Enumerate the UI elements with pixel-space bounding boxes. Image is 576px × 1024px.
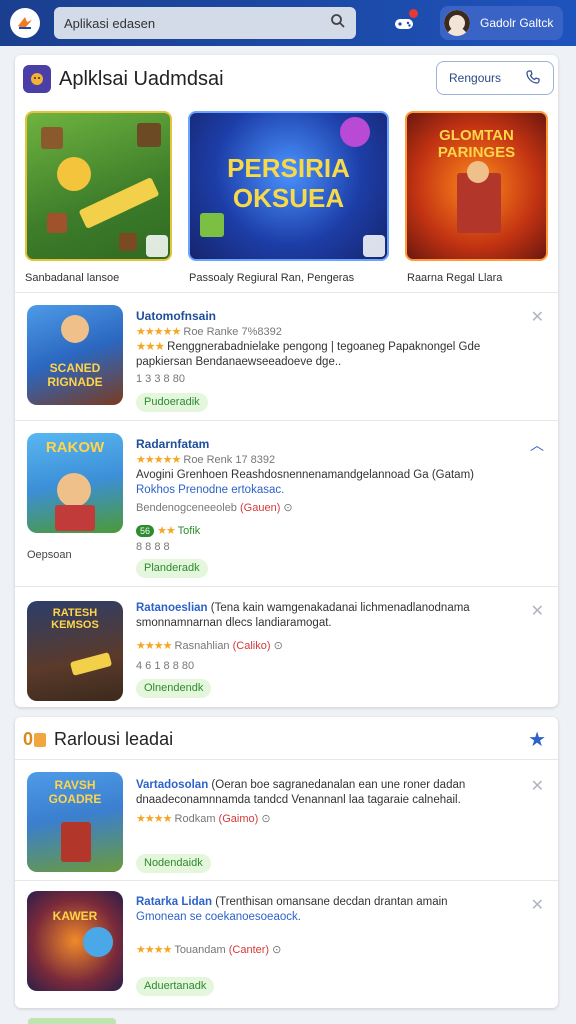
section-action-button[interactable]: Rengours	[436, 61, 554, 95]
app-meta-secondary: 8 8 8 8	[136, 541, 170, 553]
status-badge: Nodendaidk	[136, 854, 211, 873]
thumbnail-art-text: RAVSH GOADRE	[48, 778, 102, 806]
app-rating: ★★★★ Rasnahlian (Caliko) ⊙	[136, 640, 283, 652]
thumbnail-art-text: RATESH KEMSOS	[51, 607, 99, 631]
list-item[interactable]: SCANED RIGNADE Uatomofnsain ★★★★★ Roe Ra…	[15, 292, 558, 420]
app-rating: ★★★★ Rodkam (Gaimo) ⊙	[136, 813, 271, 825]
featured-label-2: Passoaly Regiural Ran, Pengeras	[189, 272, 355, 284]
app-rating: ★★★★★ Roe Ranke 7%8392	[136, 326, 282, 338]
featured-tile-2[interactable]: PERSIRIA OKSUEA	[188, 111, 389, 261]
avatar	[444, 10, 470, 36]
status-badge: Pudoeradik	[136, 393, 208, 412]
trophy-icon	[34, 732, 47, 747]
app-meta: Bendenogceneeoleb (Gauen) ⊙	[136, 502, 293, 514]
app-meta: 4 6 1 8 8 80	[136, 660, 195, 672]
app-title[interactable]: Uatomofnsain	[136, 309, 216, 323]
section-recommended: 0 Rarlousi leadai ★ RAVSH GOADRE Vartado…	[15, 717, 558, 1008]
top-bar: Gadolr Galtck	[0, 0, 576, 46]
rating-stars: ★★★★★	[136, 326, 181, 338]
app-description: Vartadosolan (Oeran boe sagranedanalan e…	[136, 779, 466, 806]
app-meta: 1 3 3 8 80	[136, 373, 185, 385]
app-rating: ★★★★ Touandam (Canter) ⊙	[136, 944, 282, 956]
section-title: Rarlousi leadai	[54, 729, 174, 749]
tile-badge-icon	[146, 235, 168, 257]
featured-tile-2-art-text: PERSIRIA OKSUEA	[227, 153, 350, 213]
featured-label-1: Sanbadanal lansoe	[25, 272, 120, 284]
rating-stars: ★★★★	[136, 640, 172, 652]
app-thumbnail: RAVSH GOADRE	[27, 772, 123, 872]
app-description: Ratarka Lidan (Trenthisan omansane decda…	[136, 896, 448, 923]
chevron-up-icon[interactable]: ︿	[530, 435, 544, 455]
section-featured-apps: Aplklsai Uadmdsai Rengours PERSIRIA OKSU…	[15, 55, 558, 707]
app-caption: Oepsoan	[27, 549, 72, 561]
featured-tile-3[interactable]: GLOMTAN PARINGES	[405, 111, 548, 261]
phone-icon	[525, 69, 541, 88]
notification-badge	[409, 9, 418, 18]
tile-badge-icon	[363, 235, 385, 257]
app-description: Avogini Grenhoen Reashdosnennenamandgela…	[136, 469, 474, 496]
close-icon[interactable]: ✕	[531, 307, 544, 327]
rating-stars: ★★★★	[136, 944, 172, 956]
section-action-label: Rengours	[449, 71, 502, 85]
section-header: 0 Rarlousi leadai	[23, 729, 173, 750]
next-card-peek	[28, 1018, 116, 1024]
app-title[interactable]: Vartadosolan	[136, 779, 208, 791]
app-rating: ★★★★★ Roe Renk 17 8392	[136, 454, 276, 466]
app-thumbnail: KAWER	[27, 891, 123, 991]
status-badge: Olnendendk	[136, 679, 212, 698]
app-description: ★★★ Renggnerabadnielake pengong | tegoan…	[136, 341, 481, 368]
search-bar[interactable]	[54, 7, 356, 39]
section-header: Aplklsai Uadmdsai	[23, 65, 224, 93]
featured-label-3: Raarna Regal Llara	[407, 272, 503, 284]
rating-stars: ★★★★★	[136, 454, 181, 466]
app-title[interactable]: Radarnfatam	[136, 437, 209, 451]
close-icon[interactable]: ✕	[531, 776, 544, 796]
user-name: Gadolr Galtck	[480, 16, 554, 30]
app-thumbnail: RAKOW	[27, 433, 123, 533]
rating-stars: ★★★★	[136, 813, 172, 825]
section-title: Aplklsai Uadmdsai	[59, 67, 224, 90]
app-thumbnail: RATESH KEMSOS	[27, 601, 123, 701]
featured-tile-1[interactable]	[25, 111, 172, 261]
user-account-button[interactable]: Gadolr Galtck	[440, 6, 564, 40]
app-title[interactable]: Ratarka Lidan	[136, 896, 212, 908]
search-icon[interactable]	[330, 13, 346, 34]
app-chip-row: 56 ★★ Tofik	[136, 524, 200, 537]
close-icon[interactable]: ✕	[531, 601, 544, 621]
app-title[interactable]: Ratanoeslian	[136, 602, 208, 614]
search-input[interactable]	[64, 15, 330, 31]
section-emoji-icon: 0	[23, 729, 34, 749]
thumbnail-art-text: RAKOW	[45, 439, 105, 456]
status-badge: Aduertanadk	[136, 977, 215, 996]
gamepad-notification-icon[interactable]	[392, 9, 418, 35]
list-item[interactable]: KAWER Ratarka Lidan (Trenthisan omansane…	[15, 880, 558, 1008]
close-icon[interactable]: ✕	[531, 895, 544, 915]
app-logo-icon[interactable]	[10, 8, 40, 38]
list-item[interactable]: RAKOW Oepsoan Radarnfatam ★★★★★ Roe Renk…	[15, 420, 558, 586]
app-thumbnail: SCANED RIGNADE	[27, 305, 123, 405]
list-item[interactable]: RAVSH GOADRE Vartadosolan (Oeran boe sag…	[15, 759, 558, 880]
thumbnail-art-text: SCANED RIGNADE	[47, 361, 103, 389]
section-app-icon	[23, 65, 51, 93]
thumbnail-art-text: KAWER	[52, 909, 98, 923]
list-item[interactable]: RATESH KEMSOS Ratanoeslian (Tena kain wa…	[15, 586, 558, 707]
app-description: Ratanoeslian (Tena kain wamgenakadanai l…	[136, 602, 470, 629]
status-badge: Planderadk	[136, 559, 208, 578]
featured-tile-3-art-text: GLOMTAN PARINGES	[437, 127, 516, 161]
star-icon[interactable]: ★	[528, 727, 546, 752]
